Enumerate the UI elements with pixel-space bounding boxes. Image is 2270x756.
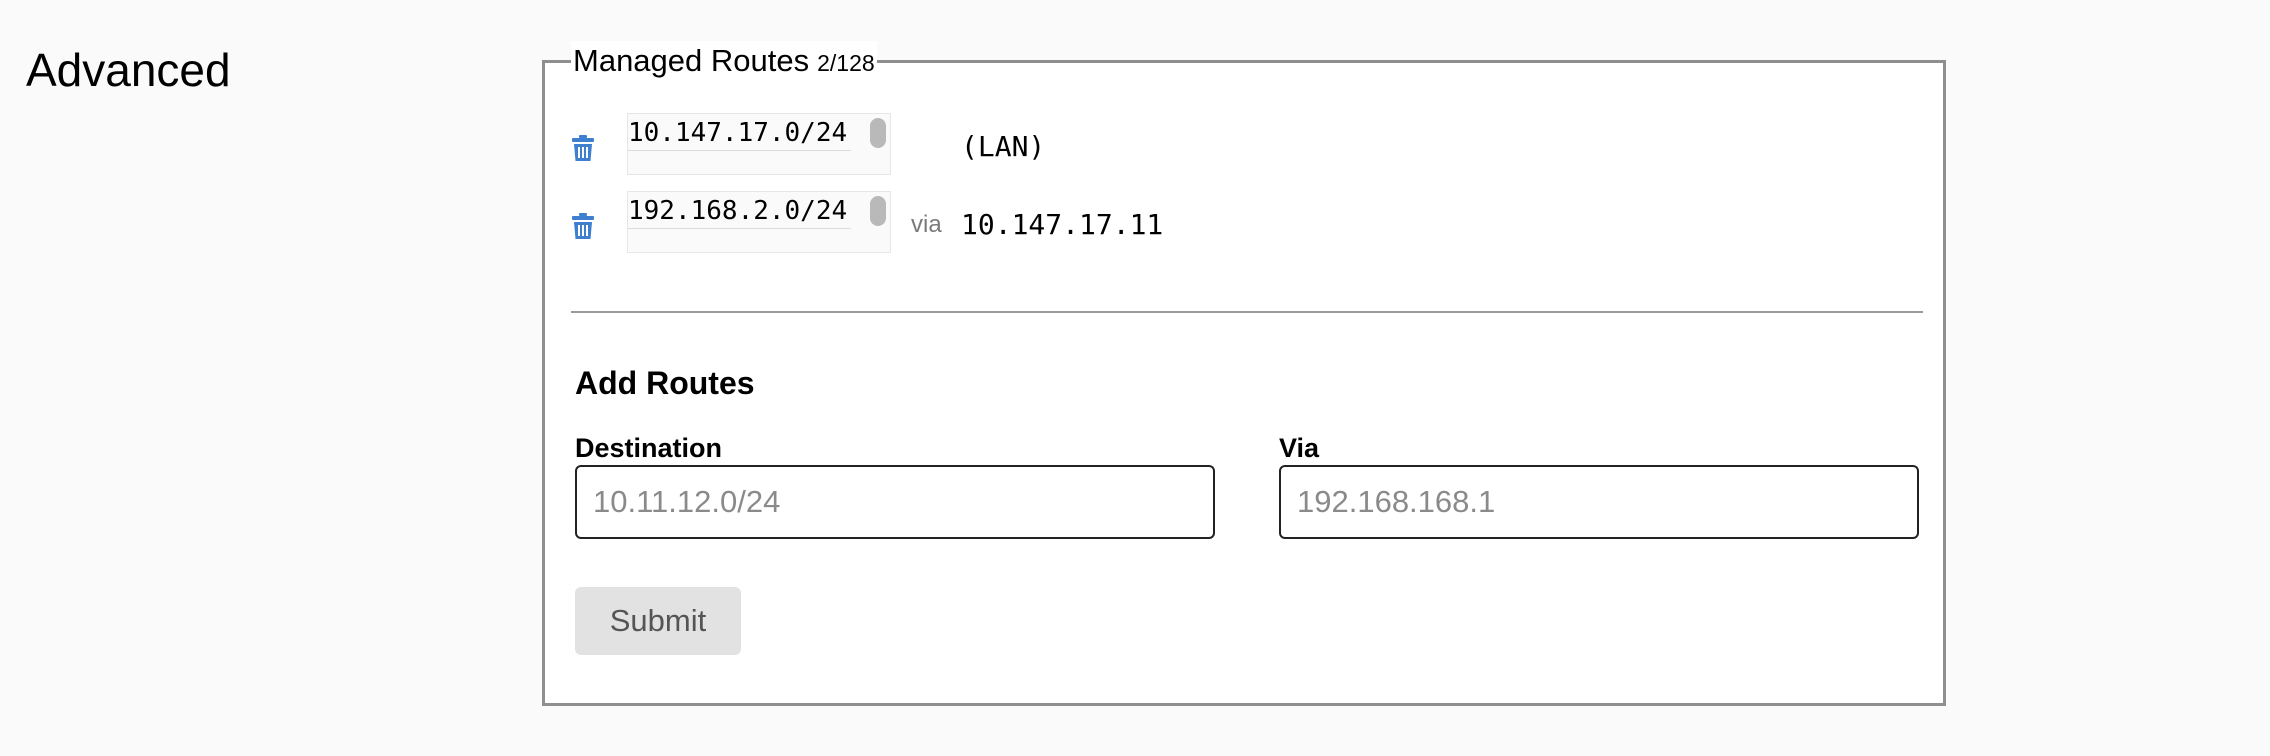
- managed-routes-title: Managed Routes: [573, 43, 810, 78]
- route-destination-field[interactable]: 10.147.17.0/24: [627, 113, 891, 175]
- scrollbar-thumb[interactable]: [870, 196, 886, 226]
- scrollbar-thumb[interactable]: [870, 118, 886, 148]
- trash-icon: [572, 135, 594, 161]
- submit-button[interactable]: Submit: [575, 587, 741, 655]
- route-row: 10.147.17.0/24 (LAN): [571, 113, 1871, 177]
- destination-label: Destination: [575, 433, 723, 463]
- add-routes-title: Add Routes: [575, 365, 755, 401]
- route-row: 192.168.2.0/24 via 10.147.17.11: [571, 191, 1871, 255]
- route-via-value: 10.147.17.11: [961, 208, 1164, 241]
- delete-route-button[interactable]: [571, 211, 595, 241]
- trash-icon: [572, 213, 594, 239]
- via-input[interactable]: [1279, 465, 1919, 539]
- managed-routes-legend: Managed Routes 2/128: [571, 41, 877, 81]
- destination-input[interactable]: [575, 465, 1215, 539]
- route-destination: 192.168.2.0/24: [628, 194, 852, 229]
- section-divider: [571, 311, 1923, 313]
- managed-routes-count: 2/128: [817, 50, 875, 76]
- section-title: Advanced: [26, 44, 231, 96]
- managed-routes-fieldset: Managed Routes 2/128 10.147.17.0/24 (LAN…: [542, 41, 1946, 706]
- delete-route-button[interactable]: [571, 133, 595, 163]
- route-via-value: (LAN): [961, 130, 1046, 163]
- route-destination-field[interactable]: 192.168.2.0/24: [627, 191, 891, 253]
- via-label: Via: [1279, 433, 1320, 463]
- route-via-label: via: [911, 211, 942, 238]
- route-destination: 10.147.17.0/24: [628, 116, 852, 151]
